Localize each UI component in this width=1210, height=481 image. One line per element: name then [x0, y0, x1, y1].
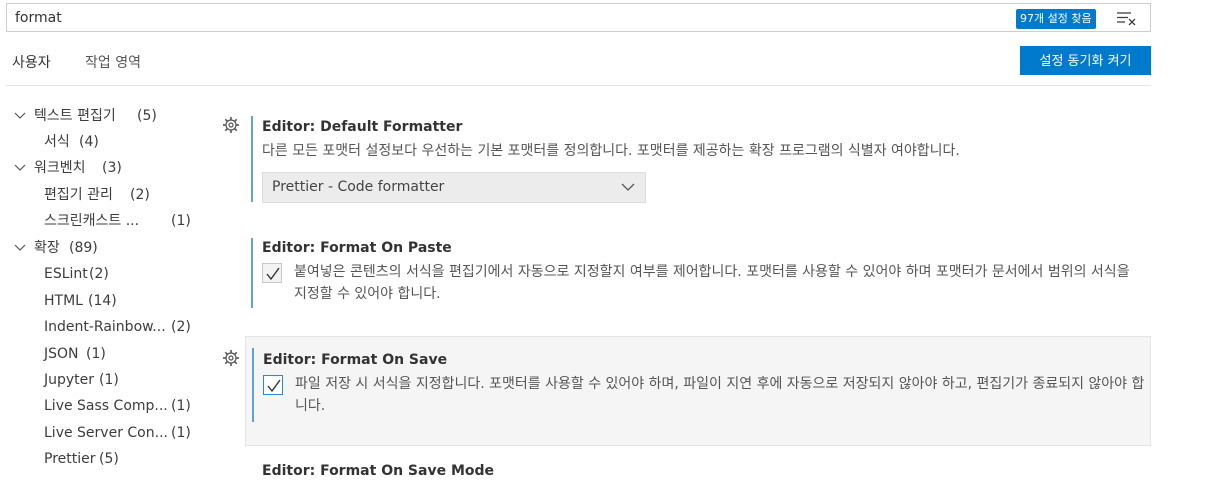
setting-format-on-save-mode: Editor: Format On Save Mode: [245, 455, 1151, 481]
setting-title: Editor: Format On Paste: [262, 240, 452, 256]
search-result-count-badge: 97개 설정 찾음: [1016, 9, 1096, 29]
toc-item-html[interactable]: HTML (14): [0, 289, 200, 313]
toc-item-count: (1): [171, 425, 191, 441]
toc-item-count: (1): [171, 398, 191, 414]
toc-item-count: (1): [99, 372, 119, 388]
toc-item-label: HTML: [44, 293, 83, 309]
toc-item-label: 스크린캐스트 ...: [44, 213, 140, 229]
toc-item-count: (2): [130, 187, 150, 203]
setting-title: Editor: Default Formatter: [262, 119, 463, 135]
tab-workspace[interactable]: 작업 영역: [85, 50, 141, 86]
toc-item-formatting[interactable]: 서식 (4): [0, 130, 200, 154]
toc-item-label: 텍스트 편집기: [34, 108, 116, 124]
setting-title: Editor: Format On Save Mode: [262, 463, 495, 479]
toc-item-label: 워크벤치: [34, 160, 86, 176]
toc-item-label: JSON: [44, 346, 79, 362]
toc-item-label: Jupyter: [44, 372, 95, 388]
setting-title: Editor: Format On Save: [263, 352, 448, 368]
setting-default-formatter: Editor: Default Formatter 다른 모든 포맷터 설정보다…: [245, 110, 1151, 204]
setting-description: 붙여넣은 콘텐츠의 서식을 편집기에서 자동으로 지정할지 여부를 제어합니다.…: [294, 264, 1130, 302]
toc-item-label: 편집기 관리: [44, 187, 113, 203]
toc-item-count: (3): [102, 160, 122, 176]
toc-item-prettier[interactable]: Prettier (5): [0, 447, 200, 471]
toc-item-label: Indent-Rainbow...: [44, 319, 166, 335]
toc-item-count: (2): [171, 319, 191, 335]
toc-item-editor-management[interactable]: 편집기 관리 (2): [0, 183, 200, 207]
toc-item-count: (2): [89, 266, 109, 282]
toc-item-extensions[interactable]: 확장 (89): [0, 236, 200, 260]
toc-item-count: (14): [88, 293, 117, 309]
default-formatter-select[interactable]: Prettier - Code formatter: [262, 172, 646, 203]
toc-item-text-editor[interactable]: 텍스트 편집기 (5): [0, 104, 200, 128]
toc-item-workbench[interactable]: 워크벤치 (3): [0, 156, 200, 180]
format-on-save-checkbox[interactable]: [263, 375, 283, 395]
tab-user[interactable]: 사용자: [10, 50, 53, 86]
chevron-down-icon: [14, 244, 26, 251]
toc-item-live-server-config[interactable]: Live Server Con... (1): [0, 421, 200, 445]
clear-filter-icon[interactable]: [1116, 10, 1138, 26]
toc-item-indent-rainbow[interactable]: Indent-Rainbow... (2): [0, 315, 200, 339]
settings-search-bar: 97개 설정 찾음: [6, 3, 1151, 32]
modified-indicator: [251, 116, 253, 202]
setting-description: 파일 저장 시 서식을 지정합니다. 포맷터를 사용할 수 있어야 하며, 파일…: [295, 376, 1145, 414]
toc-item-count: (5): [137, 108, 157, 124]
setting-format-on-paste: Editor: Format On Paste 붙여넣은 콘텐츠의 서식을 편집…: [245, 232, 1151, 310]
toc-item-count: (1): [171, 213, 191, 229]
format-on-paste-checkbox[interactable]: [262, 263, 282, 283]
toc-item-count: (4): [79, 134, 99, 150]
toc-item-label: 서식: [44, 134, 70, 150]
toc-item-screencast[interactable]: 스크린캐스트 ... (1): [0, 209, 200, 233]
setting-format-on-save: Editor: Format On Save 파일 저장 시 서식을 지정합니다…: [245, 336, 1151, 446]
toc-item-label: Live Sass Comp...: [44, 398, 168, 414]
chevron-down-icon: [14, 164, 26, 171]
gear-icon[interactable]: [222, 349, 240, 367]
toc-item-label: 확장: [34, 240, 60, 256]
header-divider: [6, 85, 1151, 86]
toc-item-live-sass-compiler[interactable]: Live Sass Comp... (1): [0, 394, 200, 418]
select-value: Prettier - Code formatter: [272, 179, 445, 195]
toc-item-label: ESLint: [44, 266, 88, 282]
toc-item-count: (1): [86, 346, 106, 362]
settings-search-input[interactable]: [7, 4, 997, 31]
settings-sync-button[interactable]: 설정 동기화 켜기: [1020, 46, 1151, 75]
check-icon: [266, 267, 280, 281]
setting-description: 다른 모든 포맷터 설정보다 우선하는 기본 포맷터를 정의합니다. 포맷터를 …: [262, 143, 960, 159]
toc-item-label: Live Server Con...: [44, 425, 168, 441]
toc-item-label: Prettier: [44, 451, 96, 467]
chevron-down-icon: [14, 112, 26, 119]
toc-item-count: (89): [69, 240, 98, 256]
toc-item-count: (5): [99, 451, 119, 467]
toc-item-json[interactable]: JSON (1): [0, 342, 200, 366]
check-icon: [267, 379, 281, 393]
toc-item-eslint[interactable]: ESLint (2): [0, 262, 200, 286]
toc-item-jupyter[interactable]: Jupyter (1): [0, 368, 200, 392]
modified-indicator: [251, 238, 253, 308]
gear-icon[interactable]: [222, 116, 240, 134]
chevron-down-icon: [621, 183, 635, 191]
modified-indicator: [252, 348, 254, 422]
